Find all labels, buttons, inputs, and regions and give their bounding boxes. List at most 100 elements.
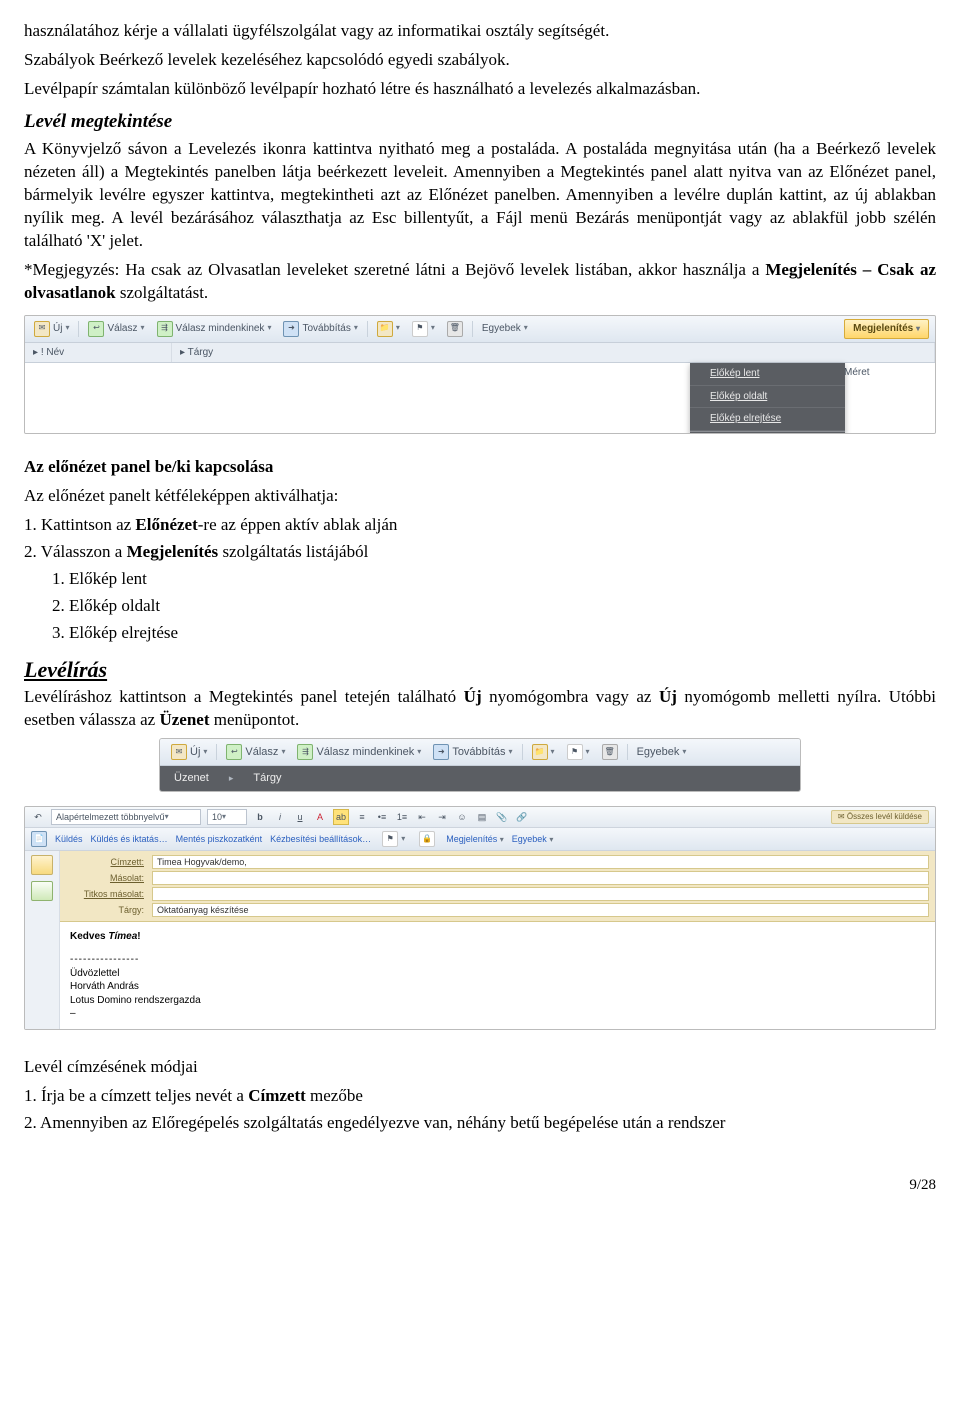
addr1-b: Címzett — [248, 1086, 306, 1105]
item1-b: Előnézet — [135, 515, 197, 534]
compose-action-bar: 📄 Küldés Küldés és iktatás… Mentés piszk… — [25, 828, 935, 851]
number-button[interactable]: 1≡ — [395, 810, 409, 824]
field-to[interactable]: Timea Hogyvak/demo, — [152, 855, 929, 869]
sendfile-button[interactable]: Küldés és iktatás… — [91, 833, 168, 845]
forward-label: Továbbítás — [302, 322, 350, 336]
address-block: Címzett: Timea Hogyvak/demo, Másolat: Ti… — [60, 851, 935, 922]
show2-button[interactable]: Megjelenítés ▾ — [446, 833, 504, 846]
subitem-3: 3. Előkép elrejtése — [52, 622, 936, 645]
sig-dash: – — [70, 1007, 925, 1021]
para-compose: Levélíráshoz kattintson a Megtekintés pa… — [24, 686, 936, 732]
bold-button[interactable]: b — [253, 810, 267, 824]
tb2-reply-button[interactable]: ↩Válasz▾ — [223, 743, 288, 761]
chevron-down-icon: ▾ — [165, 812, 169, 823]
message-body[interactable]: Kedves Tímea! ---------------- Üdvözlett… — [60, 922, 935, 1029]
dropdown-item-separate[interactable]: Különálló üzenetek — [690, 431, 845, 435]
format-toolbar: ↶ Alapértelmezett többnyelvű ▾ 10 ▾ b i … — [25, 807, 935, 828]
new-icon: ✉ — [34, 321, 50, 337]
folder-icon: 📁 — [532, 744, 548, 760]
separator — [522, 744, 523, 760]
reply-button[interactable]: ↩Válasz▾ — [85, 320, 147, 338]
tb2-message-item[interactable]: Üzenet — [174, 771, 209, 786]
show-button[interactable]: Megjelenítés ▾ — [844, 319, 929, 339]
new-button[interactable]: ✉Új▾ — [31, 320, 72, 338]
fontsize-select[interactable]: 10 ▾ — [207, 809, 247, 825]
chevron-down-icon: ▾ — [401, 834, 405, 845]
tb2-other-button[interactable]: Egyebek▾ — [634, 744, 690, 761]
chevron-down-icon: ▾ — [417, 747, 421, 758]
flag2-button[interactable]: ⚑▾ — [379, 830, 408, 848]
field-cc[interactable] — [152, 871, 929, 885]
table-button[interactable]: ▤ — [475, 810, 489, 824]
forward-button[interactable]: ➜Továbbítás▾ — [280, 320, 360, 338]
color-button[interactable]: A — [313, 810, 327, 824]
label-cc[interactable]: Másolat: — [66, 872, 144, 884]
label-to[interactable]: Címzett: — [66, 856, 144, 868]
item-1: 1. Kattintson az Előnézet-re az éppen ak… — [24, 514, 936, 537]
savedraft-button[interactable]: Mentés piszkozatként — [176, 833, 263, 845]
link-button[interactable]: 🔗 — [515, 810, 529, 824]
chevron-down-icon: ▾ — [509, 747, 513, 758]
fontsize-label: 10 — [212, 811, 222, 823]
field-bcc[interactable] — [152, 887, 929, 901]
flag-button[interactable]: ⚑▾ — [409, 320, 438, 338]
mailbox-icon[interactable] — [31, 881, 53, 901]
addr-item-1: 1. Írja be a címzett teljes nevét a Címz… — [24, 1085, 936, 1108]
label-bcc[interactable]: Titkos másolat: — [66, 888, 144, 900]
highlight-button[interactable]: ab — [333, 809, 349, 825]
forward-icon: ➜ — [283, 321, 299, 337]
tb2-new-button[interactable]: ✉Új▾ — [168, 743, 210, 761]
page-number: 9/28 — [24, 1175, 936, 1195]
sig-line1: Üdvözlettel — [70, 967, 925, 981]
col-size[interactable]: Méret — [837, 363, 935, 383]
undo-button[interactable]: ↶ — [31, 810, 45, 824]
other-label: Egyebek — [482, 322, 521, 336]
tb2-subject-col: Tárgy — [253, 771, 281, 786]
align-left-button[interactable]: ≡ — [355, 810, 369, 824]
field-subject[interactable]: Oktatóanyag készítése — [152, 903, 929, 917]
dropdown-item-preview-hide[interactable]: Előkép elrejtése — [690, 408, 845, 431]
italic-button[interactable]: i — [273, 810, 287, 824]
separator — [78, 321, 79, 337]
compose-sidebar — [25, 851, 60, 1029]
reply-icon: ↩ — [226, 744, 242, 760]
chevron-down-icon: ▾ — [551, 747, 555, 758]
font-select[interactable]: Alapértelmezett többnyelvű ▾ — [51, 809, 201, 825]
tb2-delete-button[interactable]: 🗑 — [599, 743, 621, 761]
emoji-button[interactable]: ☺ — [455, 810, 469, 824]
other2-label: Egyebek — [512, 834, 547, 844]
indent-left-button[interactable]: ⇤ — [415, 810, 429, 824]
send-button[interactable]: Küldés — [55, 833, 83, 845]
other2-button[interactable]: Egyebek ▾ — [512, 833, 554, 846]
tb2-folder-button[interactable]: 📁▾ — [529, 743, 558, 761]
screenshot-toolbar-dropdown: ✉Új▾ ↩Válasz▾ ⇶Válasz mindenkinek▾ ➜Tová… — [159, 738, 801, 792]
separator — [627, 744, 628, 760]
col-subject[interactable]: ▸ Tárgy — [172, 343, 935, 363]
delete-button[interactable]: 🗑 — [444, 320, 466, 338]
col-name[interactable]: ▸ ! Név — [25, 343, 172, 363]
indent-right-button[interactable]: ⇥ — [435, 810, 449, 824]
mail-body-area: Előkép lent Előkép oldalt Előkép elrejté… — [25, 363, 935, 433]
folder-button[interactable]: 📁▾ — [374, 320, 403, 338]
tb2-replyall-button[interactable]: ⇶Válasz mindenkinek▾ — [294, 743, 424, 761]
envelope-icon[interactable] — [31, 855, 53, 875]
sig-line3: Lotus Domino rendszergazda — [70, 994, 925, 1008]
other-button[interactable]: Egyebek▾ — [479, 321, 531, 337]
row-to: Címzett: Timea Hogyvak/demo, — [66, 854, 929, 870]
row-bcc: Titkos másolat: — [66, 886, 929, 902]
dropdown-item-preview-bottom[interactable]: Előkép lent — [690, 363, 845, 386]
tb2-flag-button[interactable]: ⚑▾ — [564, 743, 593, 761]
replyall-button[interactable]: ⇶Válasz mindenkinek▾ — [154, 320, 275, 338]
delivery-button[interactable]: Kézbesítési beállítások… — [270, 833, 371, 845]
addr-item-2: 2. Amennyiben az Előregépelés szolgáltat… — [24, 1112, 936, 1135]
lock-button[interactable]: 🔒 — [416, 830, 438, 848]
chevron-down-icon: ▾ — [586, 747, 590, 758]
sendall-button[interactable]: ✉ Összes levél küldése — [831, 810, 929, 825]
underline-button[interactable]: u — [293, 810, 307, 824]
attach-button[interactable]: 📎 — [495, 810, 509, 824]
dropdown-item-preview-side[interactable]: Előkép oldalt — [690, 386, 845, 409]
bullet-button[interactable]: •≡ — [375, 810, 389, 824]
trash-icon: 🗑 — [447, 321, 463, 337]
tb2-forward-button[interactable]: ➜Továbbítás▾ — [430, 743, 515, 761]
tb2-other-label: Egyebek — [637, 745, 680, 760]
